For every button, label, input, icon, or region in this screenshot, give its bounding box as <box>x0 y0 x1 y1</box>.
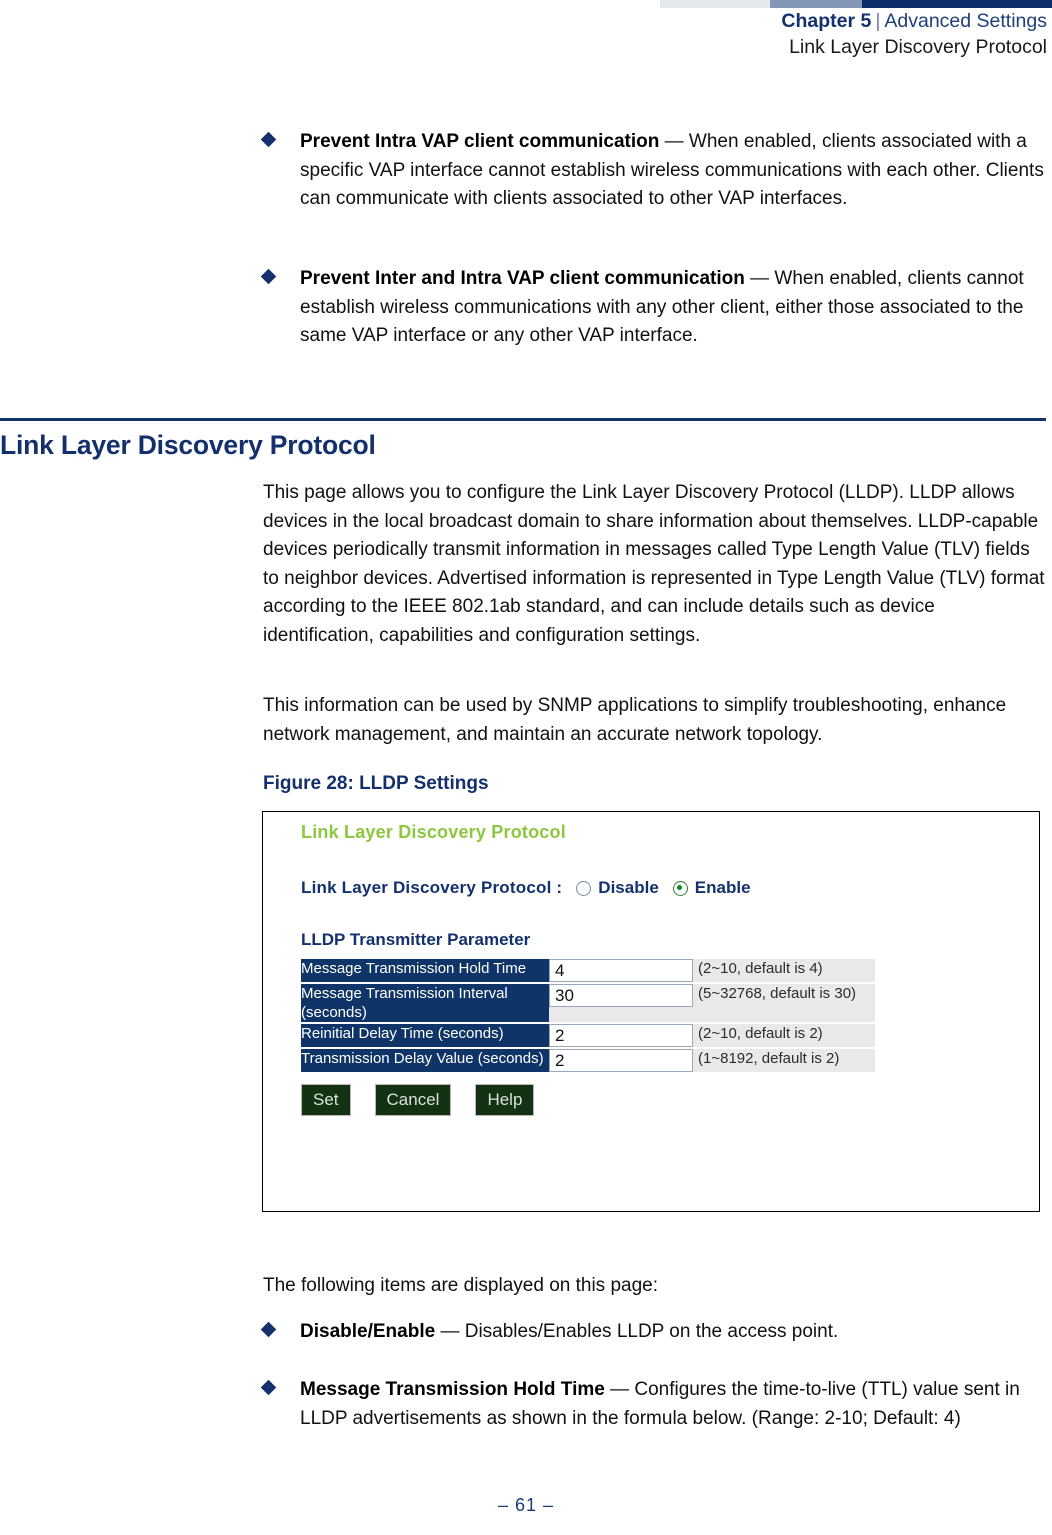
chapter-label: Chapter 5 <box>781 10 872 32</box>
figure-lldp-settings: Link Layer Discovery Protocol Link Layer… <box>262 811 1040 1212</box>
figure-caption: Figure 28: LLDP Settings <box>263 773 489 794</box>
bullet-term: Message Transmission Hold Time <box>300 1379 605 1400</box>
table-row: Transmission Delay Value (seconds) 2 (1~… <box>301 1049 875 1072</box>
table-row: Reinitial Delay Time (seconds) 2 (2~10, … <box>301 1024 875 1047</box>
help-button[interactable]: Help <box>475 1084 535 1116</box>
header-bar-medium <box>770 0 862 8</box>
row-label: Transmission Delay Value (seconds) <box>301 1049 549 1072</box>
lldp-parameter-table: Message Transmission Hold Time 4 (2~10, … <box>301 957 875 1074</box>
row-value-cell: 30 (5~32768, default is 30) <box>549 984 875 1022</box>
radio-disable[interactable] <box>576 880 592 896</box>
bullet-body: — Disables/Enables LLDP on the access po… <box>435 1321 839 1342</box>
bullet-term: Prevent Intra VAP client communication <box>300 131 660 152</box>
section-divider <box>0 418 1046 421</box>
row-label: Message Transmission Hold Time <box>301 959 549 982</box>
lldp-protocol-field: Link Layer Discovery Protocol : Disable … <box>301 878 1021 898</box>
intro-paragraph-1: This page allows you to configure the Li… <box>263 482 1045 646</box>
set-button[interactable]: Set <box>301 1084 351 1116</box>
header-separator: | <box>875 10 881 32</box>
bullet-item-prevent-intra-vap: Prevent Intra VAP client communication —… <box>260 128 1048 214</box>
row-value-cell: 4 (2~10, default is 4) <box>549 959 875 982</box>
row-hint: (5~32768, default is 30) <box>698 985 857 1002</box>
diamond-bullet-icon <box>260 1321 277 1338</box>
lldp-protocol-label: Link Layer Discovery Protocol : <box>301 878 563 897</box>
diamond-bullet-icon <box>260 131 277 148</box>
bullet-item-disable-enable: Disable/Enable — Disables/Enables LLDP o… <box>260 1318 1048 1347</box>
chapter-section-label: Advanced Settings <box>884 10 1047 32</box>
transmission-delay-value-input[interactable]: 2 <box>549 1049 693 1072</box>
message-transmission-hold-time-input[interactable]: 4 <box>549 959 693 982</box>
header-bar-light <box>660 0 770 8</box>
radio-enable-label[interactable]: Enable <box>695 878 751 898</box>
message-transmission-interval-input[interactable]: 30 <box>549 984 693 1007</box>
row-value-cell: 2 (2~10, default is 2) <box>549 1024 875 1047</box>
running-header: Chapter 5 | Advanced Settings Link Layer D… <box>781 8 1047 60</box>
diamond-bullet-icon <box>260 268 277 285</box>
row-hint: (2~10, default is 4) <box>698 960 823 977</box>
bullet-term: Disable/Enable <box>300 1321 436 1342</box>
lldp-transmitter-parameter-heading: LLDP Transmitter Parameter <box>301 930 531 949</box>
page-number: – 61 – <box>497 1495 555 1515</box>
row-label: Reinitial Delay Time (seconds) <box>301 1024 549 1047</box>
header-color-bars <box>0 0 1052 8</box>
displayed-items-intro: The following items are displayed on thi… <box>263 1275 659 1296</box>
bullet-item-message-transmission-hold-time: Message Transmission Hold Time — Configu… <box>260 1376 1048 1433</box>
running-header-subtitle: Link Layer Discovery Protocol <box>789 36 1047 58</box>
diamond-bullet-icon <box>260 1379 277 1396</box>
cancel-button[interactable]: Cancel <box>374 1084 452 1116</box>
radio-enable[interactable] <box>672 880 688 896</box>
bullet-item-prevent-inter-intra-vap: Prevent Inter and Intra VAP client commu… <box>260 265 1048 351</box>
figure-button-row: Set Cancel Help <box>301 1084 1021 1116</box>
row-hint: (2~10, default is 2) <box>698 1025 823 1042</box>
table-row: Message Transmission Hold Time 4 (2~10, … <box>301 959 875 982</box>
device-ui-panel: Link Layer Discovery Protocol Link Layer… <box>301 822 1021 1116</box>
ui-panel-title: Link Layer Discovery Protocol <box>301 822 566 842</box>
bullet-term: Prevent Inter and Intra VAP client commu… <box>300 268 745 289</box>
page-title: Link Layer Discovery Protocol <box>0 430 376 460</box>
row-label: Message Transmission Interval (seconds) <box>301 984 549 1022</box>
row-hint: (1~8192, default is 2) <box>698 1050 840 1067</box>
intro-paragraph-2: This information can be used by SNMP app… <box>263 695 1007 745</box>
header-bar-dark <box>862 0 1052 8</box>
radio-disable-label[interactable]: Disable <box>598 878 658 898</box>
row-value-cell: 2 (1~8192, default is 2) <box>549 1049 875 1072</box>
table-row: Message Transmission Interval (seconds) … <box>301 984 875 1022</box>
reinitial-delay-time-input[interactable]: 2 <box>549 1024 693 1047</box>
